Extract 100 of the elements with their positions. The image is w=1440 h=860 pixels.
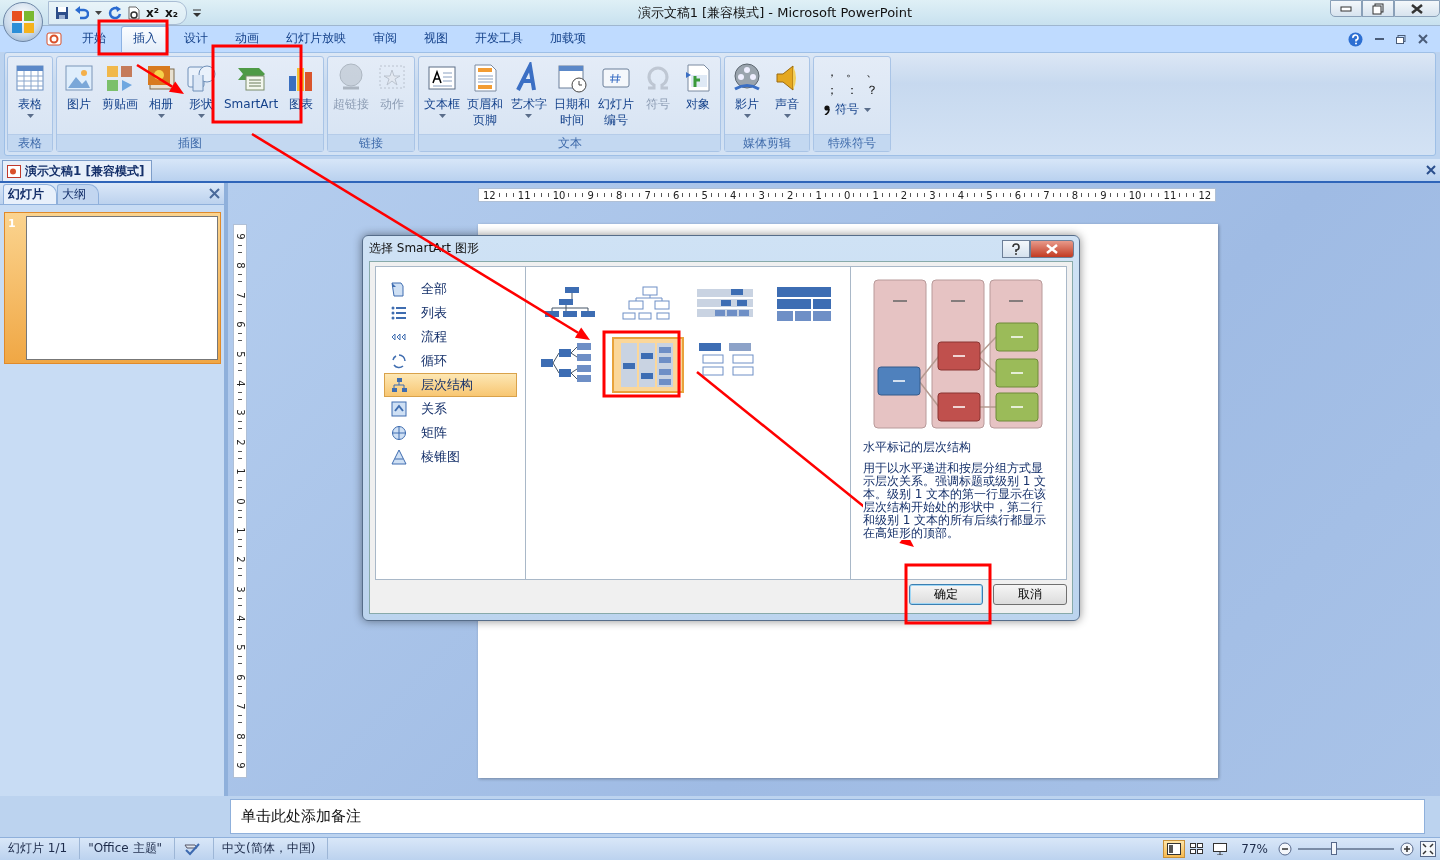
caret-icon xyxy=(743,114,751,118)
fit-to-window-button[interactable] xyxy=(1420,840,1436,857)
category-item[interactable]: 全部 xyxy=(384,277,517,301)
ruler-number: 9 xyxy=(587,189,594,201)
ruler-number: 3 xyxy=(929,189,936,201)
symbol-button[interactable]: ； xyxy=(822,81,843,99)
pane-tab[interactable]: 幻灯片 xyxy=(3,184,57,204)
ruler-number: 9 xyxy=(234,762,246,769)
ok-button[interactable]: 确定 xyxy=(909,584,983,605)
ribbon-tab[interactable]: 加载项 xyxy=(538,26,598,52)
undo-dropdown[interactable] xyxy=(95,10,102,15)
subscript-button[interactable]: x₂ xyxy=(165,5,178,20)
ribbon-button[interactable]: 幻灯片编号 xyxy=(593,59,639,134)
group-label: 文本 xyxy=(419,134,721,151)
ribbon-button[interactable]: 艺术字 xyxy=(507,59,550,134)
close-icon[interactable] xyxy=(1418,34,1428,44)
restore-icon[interactable] xyxy=(1396,34,1406,44)
notes-pane[interactable]: 单击此处添加备注 xyxy=(230,799,1425,834)
office-button[interactable] xyxy=(3,2,43,42)
ribbon-button[interactable]: 声音 xyxy=(767,59,808,134)
help-icon[interactable] xyxy=(1348,31,1363,47)
ruler-number: 2 xyxy=(900,189,908,201)
layout-thumbnail[interactable] xyxy=(612,337,684,393)
pyramid-icon xyxy=(391,449,407,465)
category-item[interactable]: 矩阵 xyxy=(384,421,517,445)
ribbon-tab[interactable]: 插入 xyxy=(121,26,169,52)
redo-button[interactable] xyxy=(108,5,122,20)
ruler-number: 3 xyxy=(234,586,246,593)
ruler-number: 2 xyxy=(234,439,246,446)
pane-tab[interactable]: 大纲 xyxy=(57,184,99,204)
ruler-number: 11 xyxy=(517,189,531,201)
slider-thumb[interactable] xyxy=(1331,841,1338,855)
close-icon[interactable] xyxy=(1426,165,1436,175)
ruler-number: 1 xyxy=(234,468,246,475)
ribbon-button[interactable]: 对象 xyxy=(678,59,719,134)
zoom-percentage[interactable]: 77% xyxy=(1241,841,1268,856)
ribbon-button[interactable]: 图片 xyxy=(59,59,99,134)
office-logo-icon xyxy=(10,9,36,35)
spell-check-icon[interactable] xyxy=(183,841,202,856)
symbol-button[interactable]: ？ xyxy=(862,81,883,99)
minimize-icon xyxy=(1340,5,1352,12)
minimize-button[interactable] xyxy=(1330,0,1362,17)
ruler-number: 11 xyxy=(1163,189,1177,201)
ruler-number: 6 xyxy=(234,674,246,681)
theme-name: "Office 主题" xyxy=(80,838,176,859)
category-item[interactable]: 列表 xyxy=(384,301,517,325)
ribbon-tab[interactable]: 设计 xyxy=(172,26,220,52)
category-item[interactable]: 关系 xyxy=(384,397,517,421)
cancel-button[interactable]: 取消 xyxy=(993,584,1067,605)
calendar-clock-icon xyxy=(555,62,588,94)
symbol-button[interactable]: 。 xyxy=(842,63,863,81)
ribbon-tab[interactable]: 视图 xyxy=(412,26,460,52)
zoom-out-button[interactable] xyxy=(1278,841,1292,856)
ribbon-button[interactable]: 剪贴画 xyxy=(99,59,141,134)
symbol-button[interactable]: 、 xyxy=(862,63,883,81)
symbol-menu-button[interactable]: 符号 xyxy=(816,99,889,120)
ruler-number: 10 xyxy=(1128,189,1142,201)
ruler-number: 12 xyxy=(483,189,496,201)
ruler-number: 8 xyxy=(616,189,623,201)
hierarchy-icon xyxy=(391,377,407,393)
ruler-number: 2 xyxy=(786,189,794,201)
ribbon-button[interactable]: 文本框 xyxy=(421,59,464,134)
close-button[interactable] xyxy=(1394,0,1440,17)
ribbon-button[interactable]: 日期和时间 xyxy=(549,59,594,134)
ribbon-button[interactable]: 页眉和页脚 xyxy=(463,59,508,134)
superscript-button[interactable]: x² xyxy=(146,5,159,20)
undo-button[interactable] xyxy=(75,5,89,20)
list-icon xyxy=(391,305,407,321)
print-preview-button[interactable] xyxy=(128,5,140,20)
ruler-number: 1 xyxy=(234,527,246,534)
ribbon-tab[interactable]: 审阅 xyxy=(361,26,409,52)
symbol-button[interactable]: ： xyxy=(842,81,863,99)
restore-button[interactable] xyxy=(1362,0,1394,17)
ribbon-tab[interactable]: 幻灯片放映 xyxy=(274,26,358,52)
language-indicator: 中文(简体，中国) xyxy=(214,838,329,859)
symbol-button[interactable]: ， xyxy=(822,63,843,81)
ribbon-button[interactable]: 影片 xyxy=(727,59,768,134)
minimize-icon[interactable] xyxy=(1375,37,1384,41)
ruler-number: 3 xyxy=(234,409,246,417)
help-icon xyxy=(1012,242,1020,255)
ruler-number: 4 xyxy=(957,189,965,201)
ribbon-tab[interactable]: 开发工具 xyxy=(463,26,535,52)
close-icon[interactable] xyxy=(209,188,220,199)
document-tab[interactable]: 演示文稿1 [兼容模式] xyxy=(2,160,152,181)
all-layouts-icon xyxy=(391,281,407,297)
ribbon-button[interactable]: 表格 xyxy=(10,59,50,134)
category-item[interactable]: 层次结构 xyxy=(384,373,517,397)
ribbon-button[interactable]: SmartArt xyxy=(221,59,282,134)
close-icon xyxy=(1411,3,1423,14)
save-button[interactable] xyxy=(55,5,69,20)
slide-number: 1 xyxy=(7,216,17,232)
ruler-number: 5 xyxy=(234,644,246,652)
category-item[interactable]: 循环 xyxy=(384,349,517,373)
category-item[interactable]: 棱锥图 xyxy=(384,445,517,469)
zoom-in-button[interactable] xyxy=(1400,841,1414,856)
help-button[interactable] xyxy=(1002,239,1030,258)
ribbon-tab[interactable]: 动画 xyxy=(223,26,271,52)
close-button[interactable] xyxy=(1030,239,1074,258)
view-button[interactable] xyxy=(1163,839,1186,858)
category-item[interactable]: 流程 xyxy=(384,325,517,349)
